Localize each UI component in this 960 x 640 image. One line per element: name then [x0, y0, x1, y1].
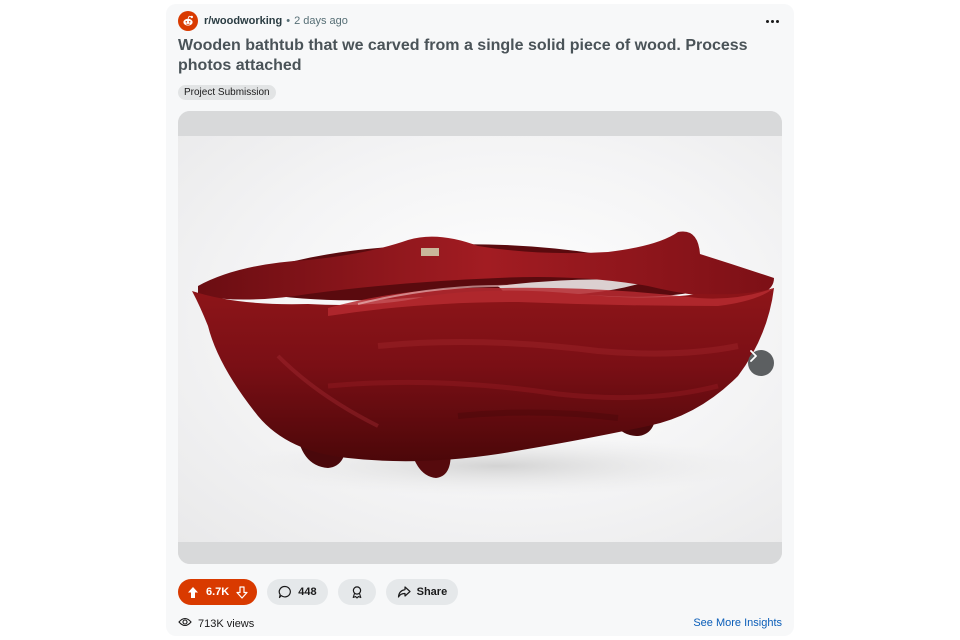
post-title[interactable]: Wooden bathtub that we carved from a sin…	[178, 36, 778, 76]
post-timestamp: 2 days ago	[294, 15, 348, 27]
post-flair[interactable]: Project Submission	[178, 85, 276, 100]
post-image[interactable]	[178, 136, 782, 564]
comment-icon	[278, 585, 292, 599]
upvote-icon[interactable]	[186, 585, 200, 599]
post-card: r/woodworking • 2 days ago Wooden bathtu…	[166, 4, 794, 636]
vote-control: 6.7K	[178, 579, 258, 605]
see-more-insights-link[interactable]: See More Insights	[693, 617, 782, 629]
more-options-icon[interactable]	[762, 12, 782, 30]
views-icon	[178, 615, 192, 633]
subreddit-name[interactable]: r/woodworking	[204, 15, 282, 27]
post-header: r/woodworking • 2 days ago	[178, 10, 782, 32]
action-bar: 6.7K 448 Share	[178, 579, 459, 605]
media-top-bar	[178, 111, 782, 136]
media-gallery[interactable]	[178, 111, 782, 564]
media-bottom-bar	[178, 542, 782, 564]
view-count: 713K views	[198, 618, 255, 630]
share-label: Share	[416, 586, 448, 598]
post-footer: 713K views See More Insights	[178, 616, 782, 632]
share-icon	[397, 585, 411, 599]
chevron-right-icon	[750, 350, 757, 362]
award-icon	[350, 585, 364, 599]
vote-count: 6.7K	[206, 586, 230, 598]
comments-button[interactable]: 448	[267, 579, 328, 605]
downvote-icon[interactable]	[235, 585, 249, 599]
subreddit-avatar-icon[interactable]	[178, 11, 198, 31]
comment-count: 448	[298, 586, 317, 598]
award-button[interactable]	[337, 579, 376, 605]
meta-separator: •	[286, 15, 291, 27]
share-button[interactable]: Share	[385, 579, 459, 605]
bathtub-image	[192, 231, 774, 496]
gallery-next-button[interactable]	[748, 350, 774, 376]
